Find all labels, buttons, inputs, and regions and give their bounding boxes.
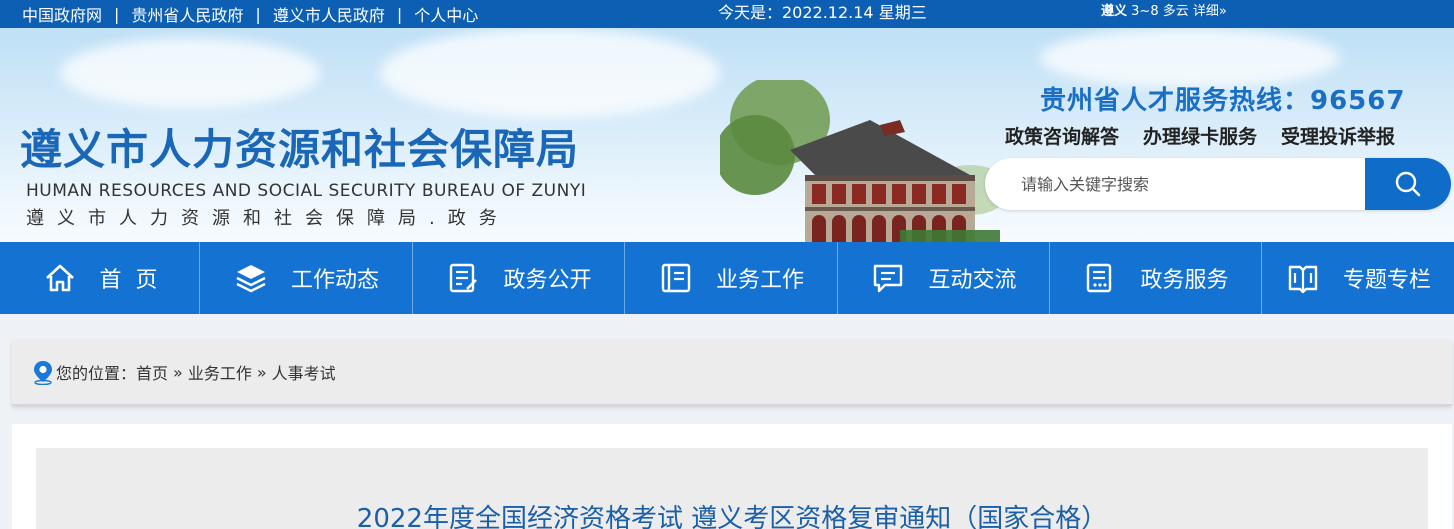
nav-label: 政务服务: [1140, 268, 1229, 293]
site-title-english: HUMAN RESOURCES AND SOCIAL SECURITY BURE…: [26, 181, 587, 201]
nav-gov-services[interactable]: 政务服务: [1050, 242, 1262, 314]
nav-special-topics[interactable]: 专题专栏: [1262, 242, 1454, 314]
service-complaint[interactable]: 受理投诉举报: [1281, 122, 1395, 149]
content-panel: 2022年度全国经济资格考试 遵义考区资格复审通知（国家合格）: [12, 424, 1452, 529]
service-links: 政策咨询解答 办理绿卡服务 受理投诉举报: [1005, 122, 1395, 149]
main-nav: 首 页 工作动态 政务公开 业务工作 互动交流 政务服务 专题专栏: [0, 242, 1454, 314]
weather-city: 遵义: [1101, 4, 1128, 19]
nav-business-work[interactable]: 业务工作: [625, 242, 838, 314]
header-banner: 遵义市人力资源和社会保障局 HUMAN RESOURCES AND SOCIAL…: [0, 28, 1454, 242]
separator: |: [255, 4, 261, 24]
nav-label: 专题专栏: [1342, 268, 1431, 293]
nav-label: 互动交流: [928, 268, 1017, 293]
link-zunyi-gov[interactable]: 遵义市人民政府: [273, 2, 385, 26]
service-policy-consult[interactable]: 政策咨询解答: [1005, 122, 1119, 149]
hotline: 贵州省人才服务热线：96567: [1040, 86, 1406, 116]
breadcrumb-home[interactable]: 首页: [136, 360, 168, 384]
service-green-card[interactable]: 办理绿卡服务: [1143, 122, 1257, 149]
search-icon: [1395, 171, 1421, 197]
list-doc-icon: [1082, 260, 1118, 296]
search-bar: [985, 158, 1451, 210]
site-title: 遵义市人力资源和社会保障局: [20, 125, 580, 174]
link-gov-cn[interactable]: 中国政府网: [22, 2, 102, 26]
weather-widget[interactable]: 遵义 3~8 多云 详细»: [1101, 0, 1227, 28]
cloud-decoration: [380, 28, 720, 118]
book-icon: [658, 260, 694, 296]
weather-text[interactable]: 3~8 多云 详细»: [1131, 4, 1227, 19]
cloud-decoration: [60, 38, 320, 108]
home-icon: [42, 260, 78, 296]
breadcrumb: 您的位置： 首页 » 业务工作 » 人事考试: [12, 340, 1452, 406]
nav-label: 工作动态: [290, 268, 379, 293]
building-illustration: [720, 80, 1010, 242]
link-guizhou-gov[interactable]: 贵州省人民政府: [131, 2, 243, 26]
separator: |: [396, 4, 403, 24]
search-button[interactable]: [1365, 158, 1451, 210]
breadcrumb-arrow: »: [173, 362, 183, 382]
nav-label: 业务工作: [715, 268, 804, 293]
breadcrumb-business[interactable]: 业务工作: [188, 360, 252, 384]
document-edit-icon: [445, 260, 481, 296]
chat-icon: [870, 260, 906, 296]
search-input[interactable]: [985, 158, 1367, 210]
top-links: 中国政府网 | 贵州省人民政府 | 遵义市人民政府 | 个人中心: [22, 0, 478, 28]
nav-work-news[interactable]: 工作动态: [200, 242, 413, 314]
link-personal-center[interactable]: 个人中心: [414, 2, 478, 26]
cloud-decoration: [1040, 28, 1340, 88]
separator: |: [114, 4, 120, 24]
breadcrumb-exam[interactable]: 人事考试: [272, 360, 336, 384]
open-book-icon: [1285, 260, 1321, 296]
breadcrumb-prefix: 您的位置：: [56, 364, 137, 383]
nav-label: 首 页: [99, 268, 158, 293]
today-date: 今天是：2022.12.14 星期三: [718, 3, 927, 22]
nav-label: 政务公开: [503, 268, 592, 293]
nav-gov-affairs[interactable]: 政务公开: [413, 242, 625, 314]
article-title: 2022年度全国经济资格考试 遵义考区资格复审通知（国家合格）: [356, 504, 1108, 529]
breadcrumb-arrow: »: [256, 362, 267, 382]
site-subtitle: 遵义市人力资源和社会保障局.政务: [26, 208, 510, 229]
nav-interaction[interactable]: 互动交流: [838, 242, 1050, 314]
nav-home[interactable]: 首 页: [0, 242, 200, 314]
top-bar: 中国政府网 | 贵州省人民政府 | 遵义市人民政府 | 个人中心 今天是：202…: [0, 0, 1454, 28]
layers-icon: [233, 260, 269, 296]
article-header: 2022年度全国经济资格考试 遵义考区资格复审通知（国家合格）: [36, 448, 1428, 529]
location-pin-icon: [32, 359, 54, 385]
